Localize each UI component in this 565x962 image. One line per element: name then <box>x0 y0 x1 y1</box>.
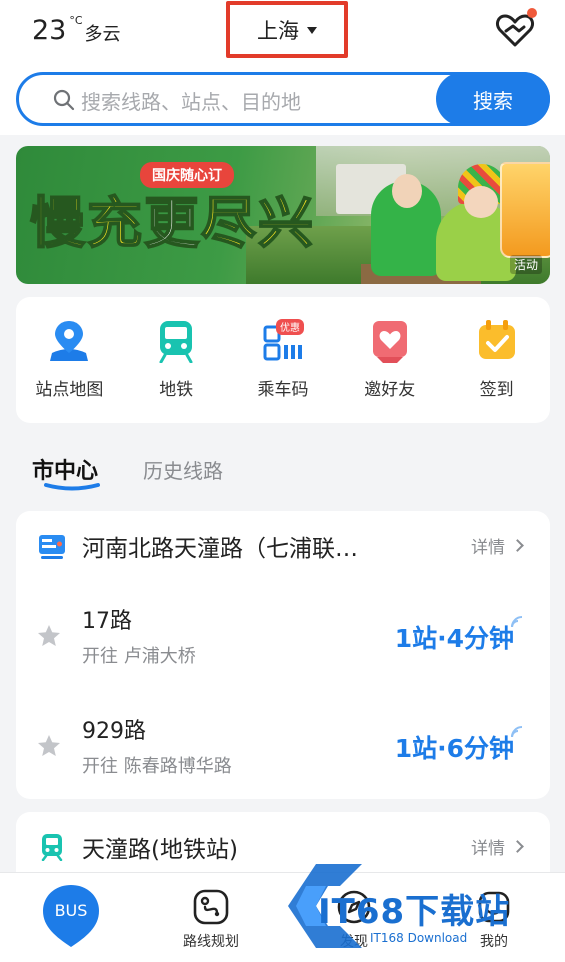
temperature-unit: °C <box>69 14 83 27</box>
weather-condition: 多云 <box>84 24 121 45</box>
route-number: 929路 <box>82 719 146 744</box>
route-direction: 开往 卢浦大桥 <box>82 646 196 667</box>
caret-down-icon <box>307 27 317 34</box>
banner-juice-glass <box>500 162 550 258</box>
checkin-calendar-icon <box>478 320 515 359</box>
nav-bus-label: BUS <box>55 901 88 920</box>
route-number: 17路 <box>82 609 132 634</box>
invite-heart-icon <box>372 321 407 363</box>
city-name: 上海 <box>257 18 299 43</box>
search-icon <box>53 89 75 111</box>
quick-item-invite[interactable]: 邀好友 <box>336 297 443 423</box>
stop-header[interactable]: 天潼路(地铁站) <box>38 830 238 864</box>
quick-item-label: 地铁 <box>159 380 194 400</box>
quick-item-badge: 优惠 <box>280 321 300 334</box>
metro-icon <box>159 321 193 363</box>
notification-dot <box>527 8 537 18</box>
quick-item-ride-code[interactable]: 优惠 乘车码 <box>230 297 337 423</box>
banner-title-part: 慢充 <box>29 190 145 256</box>
star-icon[interactable] <box>36 733 62 759</box>
promo-banner[interactable]: 国庆随心订 慢充更尽兴 活动 <box>16 146 550 284</box>
route-eta: 1站·4分钟 <box>394 624 514 653</box>
quick-actions: 站点地图 地铁 优惠 乘车码 邀好友 签到 <box>16 297 550 423</box>
quick-item-metro[interactable]: 地铁 <box>123 297 230 423</box>
search-bar[interactable]: 搜索线路、站点、目的地 搜索 <box>16 72 550 126</box>
app-screen: 23 °C 多云 上海 搜索线路、站点、目的地 搜索 国庆随心订 慢充更尽兴 活… <box>0 0 565 962</box>
tab-history-routes[interactable]: 历史线路 <box>143 455 223 484</box>
weather-widget[interactable]: 23 °C 多云 <box>32 14 121 48</box>
stop-name: 河南北路天潼路（七浦联… <box>82 536 358 562</box>
star-icon[interactable] <box>36 623 62 649</box>
chevron-right-icon <box>511 840 524 853</box>
map-pin-icon <box>50 321 89 361</box>
banner-badge: 活动 <box>509 255 542 274</box>
route-row[interactable]: 17路 开往 卢浦大桥 1站·4分钟 <box>16 599 550 689</box>
quick-item-label: 签到 <box>479 380 514 400</box>
chevron-right-icon <box>511 539 524 552</box>
search-button[interactable]: 搜索 <box>436 72 550 126</box>
qr-code-icon: 优惠 <box>263 319 304 361</box>
quick-item-checkin[interactable]: 签到 <box>443 297 550 423</box>
stop-header[interactable]: 河南北路天潼路（七浦联… <box>38 529 358 563</box>
tab-city-center[interactable]: 市中心 <box>32 453 98 485</box>
top-header: 23 °C 多云 上海 搜索线路、站点、目的地 搜索 <box>0 0 565 135</box>
metro-station-icon <box>41 834 63 861</box>
nav-route-plan[interactable]: 路线规划 <box>176 889 246 951</box>
watermark-subtext: IT168 Download <box>370 931 468 945</box>
nav-label: 路线规划 <box>183 934 239 950</box>
city-selector[interactable]: 上海 <box>226 1 348 58</box>
stop-card: 河南北路天潼路（七浦联… 详情 17路 开往 卢浦大桥 1站·4分钟 929路 … <box>16 511 550 799</box>
quick-item-label: 乘车码 <box>257 380 309 400</box>
nav-bus-button[interactable]: BUS <box>42 883 100 949</box>
banner-person-face <box>392 174 422 208</box>
route-eta: 1站·6分钟 <box>394 734 514 763</box>
banner-title-part: 尽兴 <box>200 190 316 256</box>
quick-item-station-map[interactable]: 站点地图 <box>16 297 123 423</box>
watermark-text: IT68下载站 <box>318 892 511 932</box>
quick-item-label: 邀好友 <box>364 380 416 400</box>
detail-label: 详情 <box>471 538 505 558</box>
search-input[interactable]: 搜索线路、站点、目的地 <box>81 86 301 115</box>
banner-title-part: 更 <box>143 190 202 256</box>
temperature: 23 <box>32 15 67 46</box>
route-direction: 开往 陈春路博华路 <box>82 756 232 777</box>
tab-underline <box>44 483 100 491</box>
banner-title: 慢充更尽兴 <box>29 178 316 258</box>
quick-item-label: 站点地图 <box>35 380 104 400</box>
banner-person-face <box>464 186 498 218</box>
route-plan-icon <box>193 889 229 925</box>
stop-name: 天潼路(地铁站) <box>82 837 238 863</box>
realtime-signal-icon <box>511 616 523 628</box>
realtime-signal-icon <box>511 726 523 738</box>
bus-stop-sign-icon <box>39 535 65 559</box>
route-row[interactable]: 929路 开往 陈春路博华路 1站·6分钟 <box>16 709 550 799</box>
stop-detail-link[interactable]: 详情 <box>471 533 524 558</box>
